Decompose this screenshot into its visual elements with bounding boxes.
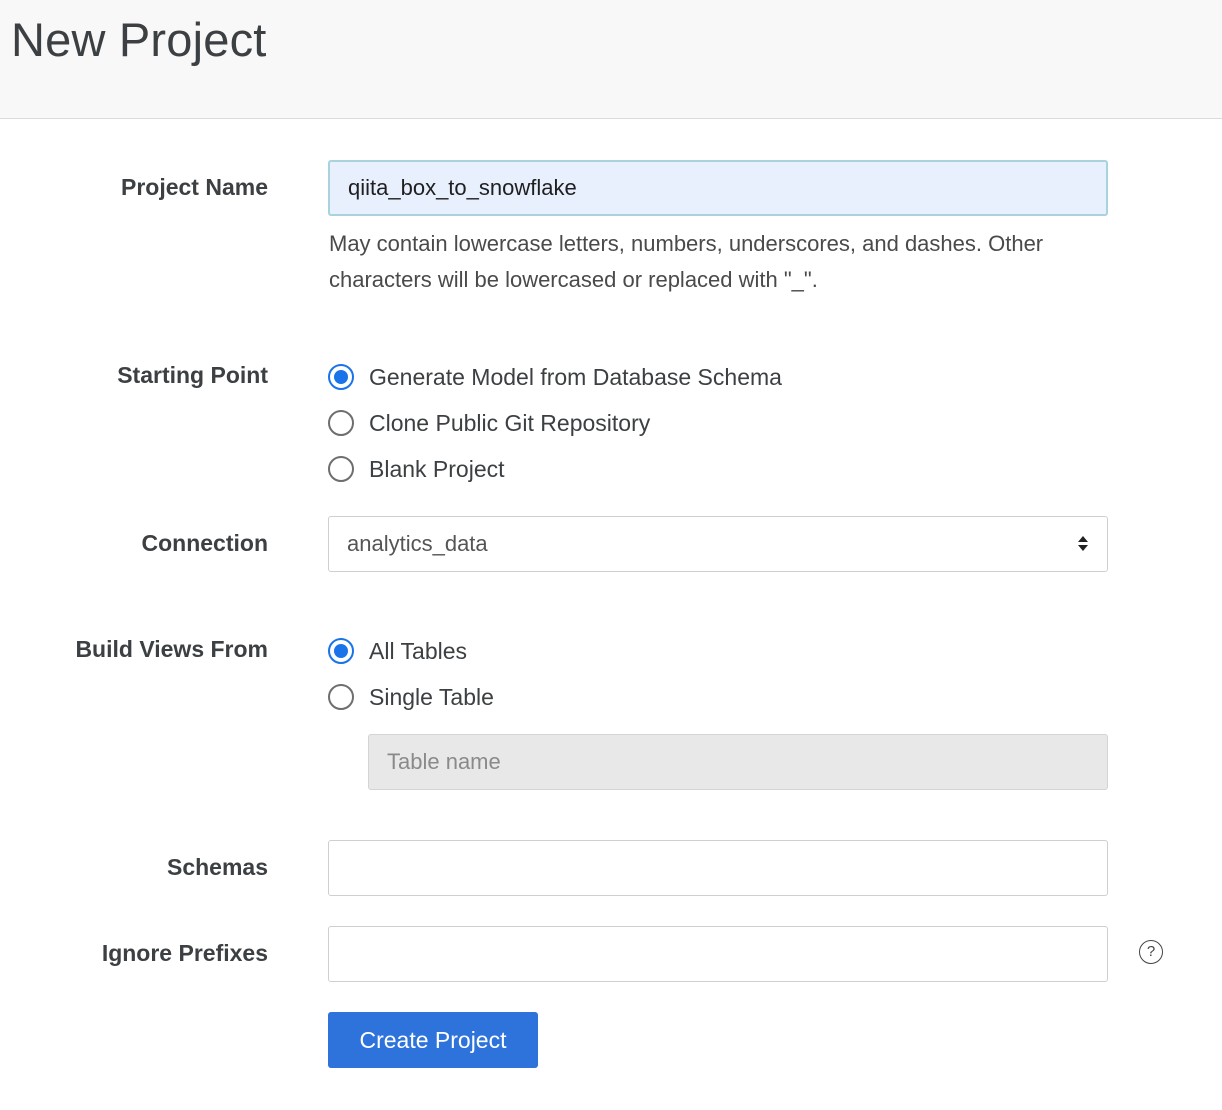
page-title: New Project xyxy=(11,13,267,66)
connection-label: Connection xyxy=(141,530,269,556)
question-circle-icon[interactable]: ? xyxy=(1139,940,1163,964)
connection-select[interactable]: analytics_data xyxy=(328,516,1108,572)
build-views-from-label: Build Views From xyxy=(75,636,268,662)
radio-unchecked-icon[interactable] xyxy=(328,456,354,482)
radio-label: All Tables xyxy=(369,637,468,664)
radio-all-tables[interactable]: All Tables xyxy=(328,636,467,666)
radio-unchecked-icon[interactable] xyxy=(328,684,354,710)
page-header: New Project xyxy=(0,0,1222,119)
table-name-input[interactable] xyxy=(368,734,1108,790)
up-down-arrows-icon xyxy=(1077,534,1089,554)
radio-label: Clone Public Git Repository xyxy=(369,409,651,436)
ignore-prefixes-label: Ignore Prefixes xyxy=(101,940,268,966)
create-project-button[interactable]: Create Project xyxy=(328,1012,538,1068)
radio-clone-git-repo[interactable]: Clone Public Git Repository xyxy=(328,408,650,438)
starting-point-label: Starting Point xyxy=(117,362,268,388)
project-name-input[interactable] xyxy=(328,160,1108,216)
schemas-input[interactable] xyxy=(328,840,1108,896)
connection-selected-value: analytics_data xyxy=(347,531,488,556)
project-name-label: Project Name xyxy=(120,174,268,200)
project-name-help-text: May contain lowercase letters, numbers, … xyxy=(329,231,1044,292)
radio-label: Single Table xyxy=(369,683,494,710)
ignore-prefixes-input[interactable] xyxy=(328,926,1108,982)
schemas-label: Schemas xyxy=(166,854,268,880)
radio-label: Generate Model from Database Schema xyxy=(369,363,782,390)
radio-blank-project[interactable]: Blank Project xyxy=(328,454,505,484)
radio-unchecked-icon[interactable] xyxy=(328,410,354,436)
radio-label: Blank Project xyxy=(369,455,505,482)
radio-checked-icon[interactable] xyxy=(328,638,354,664)
radio-single-table[interactable]: Single Table xyxy=(328,682,494,712)
radio-generate-model[interactable]: Generate Model from Database Schema xyxy=(328,362,782,392)
radio-checked-icon[interactable] xyxy=(328,364,354,390)
